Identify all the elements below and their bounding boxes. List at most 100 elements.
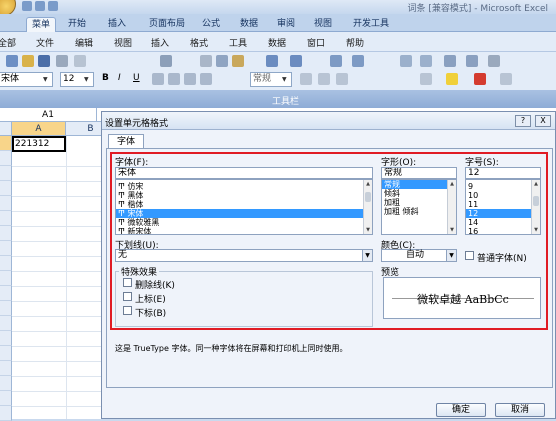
fill-color-icon[interactable] <box>446 73 458 85</box>
undo-icon[interactable] <box>35 1 45 11</box>
drawing-icon[interactable] <box>466 55 478 67</box>
row-header[interactable] <box>0 331 12 346</box>
row-header[interactable] <box>0 346 12 361</box>
tab-menu[interactable]: 菜单 <box>26 17 56 32</box>
save-icon[interactable] <box>38 55 50 67</box>
tab-font[interactable]: 字体 <box>108 134 144 149</box>
copy-icon[interactable] <box>216 55 228 67</box>
tab-home[interactable]: 开始 <box>63 17 91 32</box>
tab-formulas[interactable]: 公式 <box>197 17 225 32</box>
menu-insert[interactable]: 插入 <box>151 36 169 49</box>
sort-icon[interactable] <box>400 55 412 67</box>
row-header[interactable] <box>0 316 12 331</box>
align-left-icon[interactable] <box>152 73 164 85</box>
row-header[interactable] <box>0 361 12 376</box>
align-right-icon[interactable] <box>184 73 196 85</box>
menu-help[interactable]: 帮助 <box>346 36 364 49</box>
font-list-item[interactable]: Ͳ 仿宋 <box>116 182 372 191</box>
menu-data[interactable]: 数据 <box>268 36 286 49</box>
row-header[interactable] <box>0 196 12 211</box>
borders-icon[interactable] <box>420 73 432 85</box>
row-header[interactable] <box>0 166 12 181</box>
font-name-select[interactable]: 宋体 ▼ <box>0 72 53 87</box>
size-list-item-selected[interactable]: 12 <box>466 209 540 218</box>
tab-developer[interactable]: 开发工具 <box>349 17 393 32</box>
size-list-item[interactable]: 11 <box>466 200 540 209</box>
font-size-select[interactable]: 12 ▼ <box>60 72 94 87</box>
spellcheck-icon[interactable] <box>160 55 172 67</box>
menu-file[interactable]: 文件 <box>36 36 54 49</box>
font-list-item[interactable]: Ͳ 黑体 <box>116 191 372 200</box>
row-header[interactable] <box>0 226 12 241</box>
scroll-up-icon[interactable]: ▲ <box>448 180 456 188</box>
comma-icon[interactable] <box>336 73 348 85</box>
row-header[interactable] <box>0 391 12 406</box>
row-header[interactable] <box>0 271 12 286</box>
tab-insert[interactable]: 插入 <box>103 17 131 32</box>
row-header[interactable] <box>0 376 12 391</box>
function-icon[interactable] <box>352 55 364 67</box>
row-header[interactable] <box>0 151 12 166</box>
font-input[interactable]: 宋体 <box>115 167 373 179</box>
size-list-item[interactable]: 9 <box>466 182 540 191</box>
save-icon[interactable] <box>22 1 32 11</box>
menu-window[interactable]: 窗口 <box>307 36 325 49</box>
currency-icon[interactable] <box>300 73 312 85</box>
column-header-a[interactable]: A <box>12 122 66 136</box>
menu-format[interactable]: 格式 <box>190 36 208 49</box>
size-list-item[interactable]: 14 <box>466 218 540 227</box>
close-button[interactable]: X <box>535 115 551 127</box>
underline-button[interactable]: U <box>133 73 140 83</box>
scroll-thumb[interactable] <box>365 192 371 202</box>
print-icon[interactable] <box>56 55 68 67</box>
style-list[interactable]: 常规 倾斜 加粗 加粗 倾斜 ▲ ▼ <box>381 179 457 235</box>
strikethrough-checkbox[interactable] <box>123 278 132 287</box>
name-box[interactable]: A1 <box>0 108 97 122</box>
menu-view[interactable]: 视图 <box>114 36 132 49</box>
row-header[interactable] <box>0 136 12 151</box>
help-button[interactable]: ? <box>515 115 531 127</box>
chart-icon[interactable] <box>444 55 456 67</box>
superscript-checkbox[interactable] <box>123 292 132 301</box>
scroll-up-icon[interactable]: ▲ <box>532 180 540 188</box>
filter-icon[interactable] <box>420 55 432 67</box>
scroll-down-icon[interactable]: ▼ <box>532 226 540 234</box>
scroll-thumb[interactable] <box>533 196 539 206</box>
size-list-item[interactable]: 10 <box>466 191 540 200</box>
subscript-checkbox[interactable] <box>123 306 132 315</box>
row-header[interactable] <box>0 301 12 316</box>
row-header[interactable] <box>0 211 12 226</box>
cut-icon[interactable] <box>200 55 212 67</box>
font-list-item[interactable]: Ͳ 微软雅黑 <box>116 218 372 227</box>
cancel-button[interactable]: 取消 <box>495 403 545 417</box>
row-header[interactable] <box>0 241 12 256</box>
font-list-item[interactable]: Ͳ 新宋体 <box>116 227 372 234</box>
menu-tools[interactable]: 工具 <box>229 36 247 49</box>
tab-data[interactable]: 数据 <box>235 17 263 32</box>
scroll-down-icon[interactable]: ▼ <box>364 226 372 234</box>
bold-button[interactable]: B <box>102 73 109 83</box>
tab-page-layout[interactable]: 页面布局 <box>142 17 192 32</box>
redo-icon[interactable] <box>290 55 302 67</box>
underline-select[interactable]: 无 ▼ <box>115 249 373 262</box>
font-list-item-selected[interactable]: Ͳ 宋体 <box>116 209 372 218</box>
row-header[interactable] <box>0 181 12 196</box>
font-list-item[interactable]: Ͳ 楷体 <box>116 200 372 209</box>
normal-font-checkbox[interactable] <box>465 251 474 260</box>
menu-edit[interactable]: 编辑 <box>75 36 93 49</box>
style-list-item[interactable]: 倾斜 <box>382 189 456 198</box>
number-format-select[interactable]: 常规 ▼ <box>250 72 292 87</box>
paste-icon[interactable] <box>232 55 244 67</box>
scroll-up-icon[interactable]: ▲ <box>364 180 372 188</box>
size-list-scrollbar[interactable]: ▲ ▼ <box>531 180 540 234</box>
style-list-item[interactable]: 加粗 <box>382 198 456 207</box>
align-center-icon[interactable] <box>168 73 180 85</box>
ok-button[interactable]: 确定 <box>436 403 486 417</box>
row-header[interactable] <box>0 286 12 301</box>
menu-all[interactable]: 全部 <box>0 36 16 49</box>
cell-a1[interactable]: 221312 <box>12 136 66 152</box>
new-icon[interactable] <box>6 55 18 67</box>
style-input[interactable]: 常规 <box>381 167 457 179</box>
percent-icon[interactable] <box>318 73 330 85</box>
size-list-item[interactable]: 16 <box>466 227 540 234</box>
